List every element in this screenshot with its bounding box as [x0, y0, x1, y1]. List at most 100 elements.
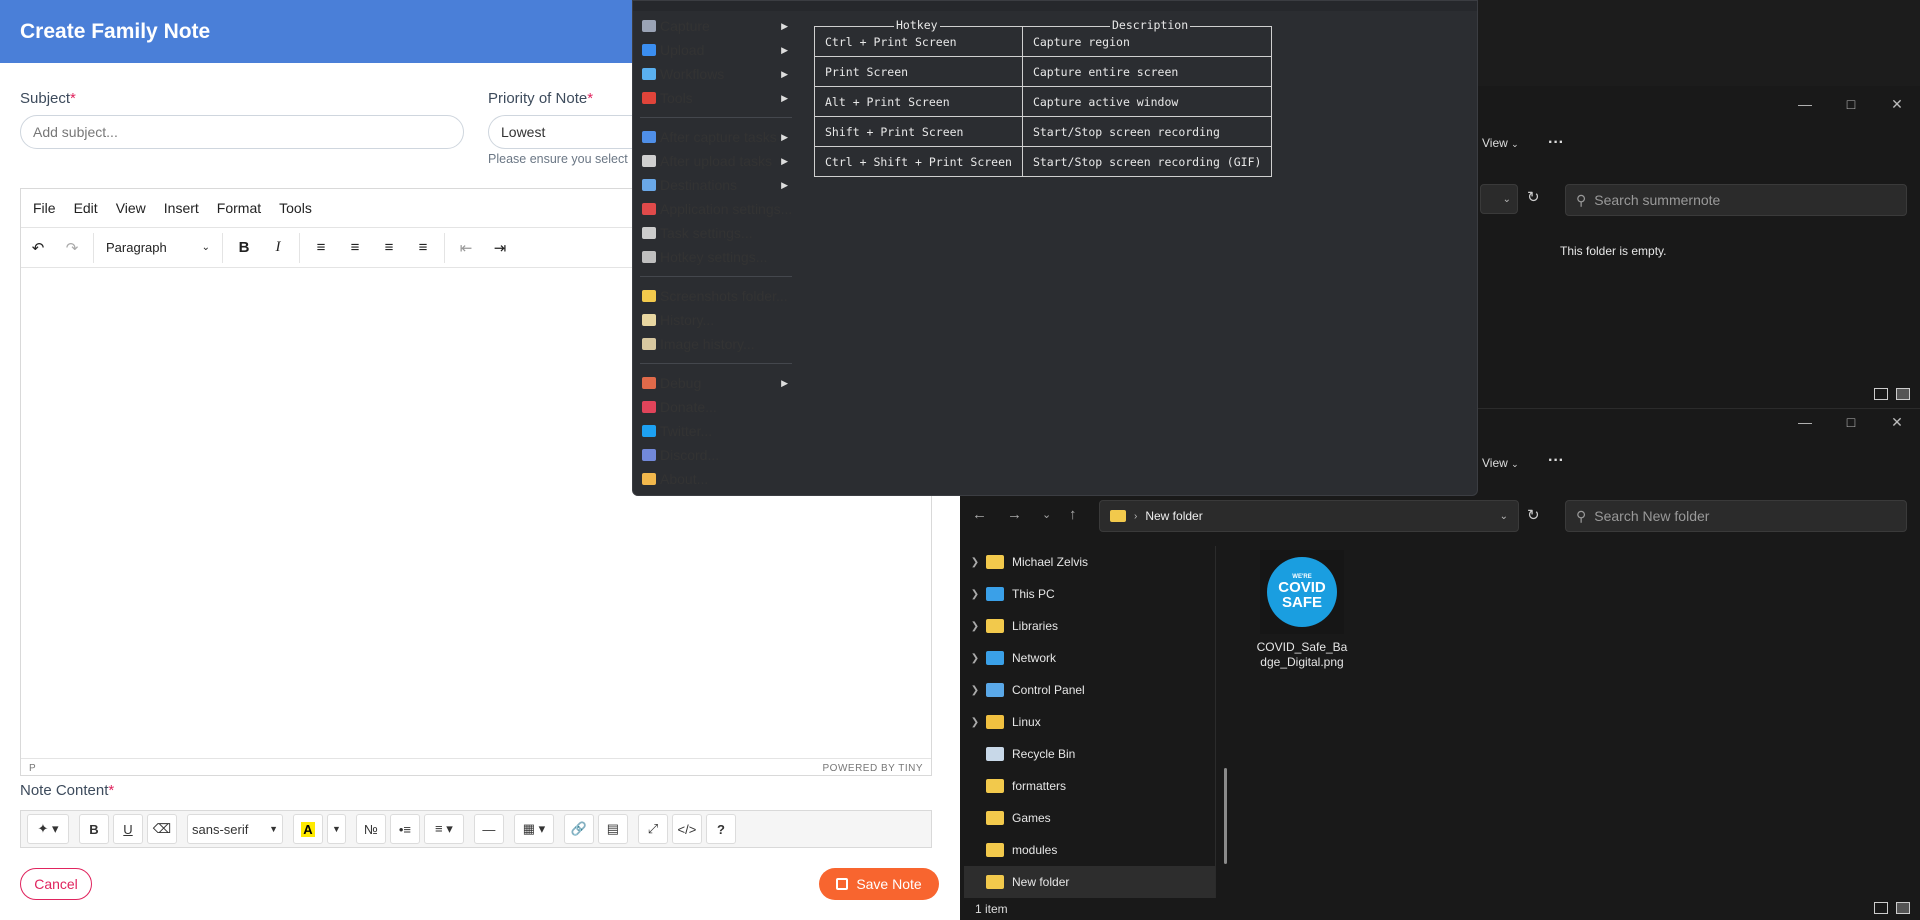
details-view-icon[interactable]	[1874, 388, 1888, 400]
align-right-icon[interactable]: ≡	[372, 239, 406, 256]
underline-icon[interactable]: U	[113, 814, 143, 844]
tree-item-libraries[interactable]: ❯ Libraries	[964, 610, 1215, 642]
menu-item-after-capture-tasks[interactable]: After capture tasks ▶	[634, 125, 796, 149]
menu-item-capture[interactable]: Capture ▶	[634, 14, 796, 38]
subject-input[interactable]: Add subject...	[20, 115, 464, 149]
tree-item-new-folder[interactable]: New folder	[964, 866, 1215, 898]
tree-item-formatters[interactable]: formatters	[964, 770, 1215, 802]
close-icon[interactable]: ✕	[1874, 409, 1920, 435]
menu-item-discord[interactable]: Discord...	[634, 443, 796, 467]
expand-chevron-icon[interactable]: ❯	[964, 685, 986, 696]
redo-icon[interactable]: ↷	[55, 239, 89, 257]
powered-by-tiny[interactable]: POWERED BY TINY	[823, 763, 923, 774]
more-options-icon[interactable]: ···	[1548, 452, 1564, 470]
explorer1-address-bar[interactable]: ⌄	[1480, 184, 1518, 214]
recent-locations-icon[interactable]: ⌄	[1042, 508, 1051, 521]
editor-menu-file[interactable]: File	[33, 200, 56, 216]
indent-icon[interactable]: ⇥	[483, 239, 517, 257]
priority-select[interactable]: Lowest	[488, 115, 648, 149]
menu-item-screenshots-folder[interactable]: Screenshots folder...	[634, 284, 796, 308]
element-path[interactable]: P	[29, 763, 36, 774]
paragraph-align-icon[interactable]: ≡ ▾	[423, 814, 464, 844]
explorer2-view-menu[interactable]: View ⌄	[1482, 456, 1519, 470]
text-color-icon[interactable]: A	[293, 814, 323, 844]
tree-item-modules[interactable]: modules	[964, 834, 1215, 866]
explorer2-address-bar[interactable]: › New folder ⌄	[1099, 500, 1519, 532]
unordered-list-icon[interactable]: •≡	[389, 814, 420, 844]
menu-item-history[interactable]: History...	[634, 308, 796, 332]
minimize-icon[interactable]: —	[1782, 409, 1828, 435]
editor-menu-edit[interactable]: Edit	[74, 200, 98, 216]
maximize-icon[interactable]: □	[1828, 409, 1874, 435]
outdent-icon[interactable]: ⇤	[449, 239, 483, 257]
menu-item-destinations[interactable]: Destinations ▶	[634, 173, 796, 197]
expand-chevron-icon[interactable]: ❯	[964, 557, 986, 568]
menu-item-task-settings[interactable]: Task settings...	[634, 221, 796, 245]
expand-chevron-icon[interactable]: ❯	[964, 589, 986, 600]
expand-chevron-icon[interactable]: ❯	[964, 653, 986, 664]
tree-item-games[interactable]: Games	[964, 802, 1215, 834]
tree-item-michael-zelvis[interactable]: ❯ Michael Zelvis	[964, 546, 1215, 578]
align-center-icon[interactable]: ≡	[338, 239, 372, 256]
bold-icon[interactable]: B	[227, 239, 261, 256]
explorer2-search-input[interactable]: ⚲ Search New folder	[1565, 500, 1907, 532]
ordered-list-icon[interactable]: №	[355, 814, 386, 844]
tree-item-control-panel[interactable]: ❯ Control Panel	[964, 674, 1215, 706]
fullscreen-icon[interactable]: ⤢	[637, 814, 668, 844]
navigation-scrollbar[interactable]	[1224, 768, 1227, 864]
menu-item-donate[interactable]: Donate...	[634, 395, 796, 419]
align-left-icon[interactable]: ≡	[304, 239, 338, 256]
editor-menu-view[interactable]: View	[116, 200, 146, 216]
chevron-down-icon[interactable]: ⌄	[1500, 511, 1508, 522]
menu-item-image-history[interactable]: Image history...	[634, 332, 796, 356]
block-format-select[interactable]: Paragraph ⌄	[98, 240, 218, 255]
menu-item-upload[interactable]: Upload ▶	[634, 38, 796, 62]
tree-item-recycle-bin[interactable]: Recycle Bin	[964, 738, 1215, 770]
maximize-icon[interactable]: □	[1828, 86, 1874, 122]
save-note-button[interactable]: Save Note	[819, 868, 939, 900]
image-icon[interactable]: ▤	[597, 814, 628, 844]
tree-item-linux[interactable]: ❯ Linux	[964, 706, 1215, 738]
tiles-view-icon[interactable]	[1896, 388, 1910, 400]
color-dropdown-icon[interactable]: ▼	[327, 814, 346, 844]
explorer1-view-menu[interactable]: View ⌄	[1482, 136, 1519, 150]
menu-item-about[interactable]: About...	[634, 467, 796, 491]
clear-format-icon[interactable]: ⌫	[147, 814, 177, 844]
help-icon[interactable]: ?	[705, 814, 736, 844]
nav-up-icon[interactable]: ↑	[1069, 506, 1077, 523]
italic-icon[interactable]: I	[261, 239, 295, 256]
nav-forward-icon[interactable]: →	[1007, 506, 1022, 523]
font-name-select[interactable]: sans-serif ▼	[187, 814, 283, 844]
menu-item-tools[interactable]: Tools ▶	[634, 86, 796, 110]
magic-wand-style-icon[interactable]: ✦ ▾	[27, 814, 69, 844]
menu-item-hotkey-settings[interactable]: Hotkey settings...	[634, 245, 796, 269]
expand-chevron-icon[interactable]: ❯	[964, 621, 986, 632]
breadcrumb[interactable]: New folder	[1145, 509, 1202, 523]
refresh-icon[interactable]: ↻	[1527, 506, 1540, 524]
tiles-view-icon[interactable]	[1896, 902, 1910, 914]
editor-menu-format[interactable]: Format	[217, 200, 261, 216]
tree-item-network[interactable]: ❯ Network	[964, 642, 1215, 674]
close-icon[interactable]: ✕	[1874, 86, 1920, 122]
align-justify-icon[interactable]: ≡	[406, 239, 440, 256]
editor-menu-tools[interactable]: Tools	[279, 200, 312, 216]
horizontal-rule-icon[interactable]: —	[473, 814, 504, 844]
menu-item-debug[interactable]: Debug ▶	[634, 371, 796, 395]
minimize-icon[interactable]: —	[1782, 86, 1828, 122]
more-options-icon[interactable]: ···	[1548, 134, 1564, 152]
menu-item-after-upload-tasks[interactable]: After upload tasks ▶	[634, 149, 796, 173]
tree-item-this-pc[interactable]: ❯ This PC	[964, 578, 1215, 610]
menu-item-workflows[interactable]: Workflows ▶	[634, 62, 796, 86]
menu-item-twitter[interactable]: Twitter...	[634, 419, 796, 443]
file-item[interactable]: WE'RE COVID SAFE COVID_Safe_Badge_Digita…	[1254, 550, 1350, 680]
cancel-button[interactable]: Cancel	[20, 868, 92, 900]
undo-icon[interactable]: ↶	[21, 239, 55, 257]
link-icon[interactable]: 🔗	[563, 814, 594, 844]
editor-menu-insert[interactable]: Insert	[164, 200, 199, 216]
explorer1-search-input[interactable]: ⚲ Search summernote	[1565, 184, 1907, 216]
expand-chevron-icon[interactable]: ❯	[964, 717, 986, 728]
menu-item-application-settings[interactable]: Application settings...	[634, 197, 796, 221]
refresh-icon[interactable]: ↻	[1527, 188, 1540, 206]
code-view-icon[interactable]: </>	[671, 814, 702, 844]
table-icon[interactable]: ▦ ▾	[513, 814, 554, 844]
